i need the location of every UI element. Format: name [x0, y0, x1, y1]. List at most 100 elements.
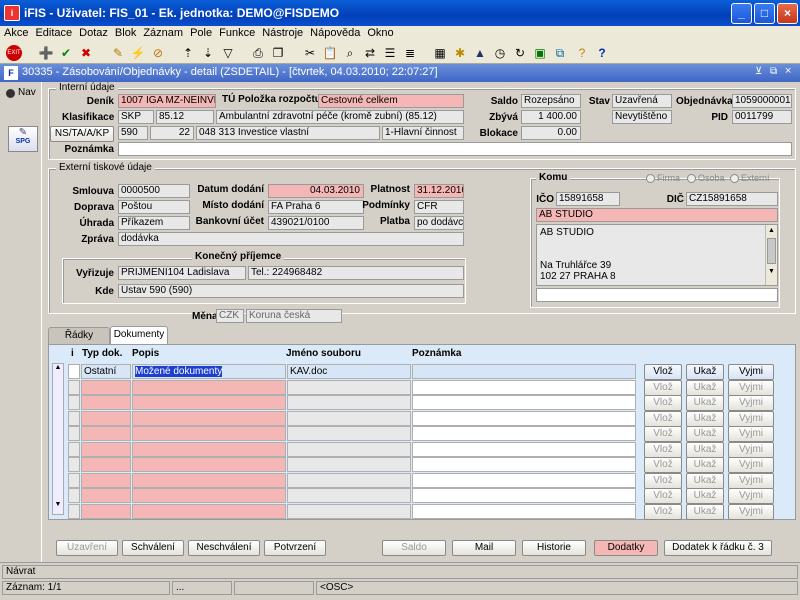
potvrzeni-button[interactable]: Potvrzení — [264, 540, 326, 556]
minimize-icon[interactable]: _ — [731, 3, 752, 24]
menu-dotaz[interactable]: Dotaz — [75, 26, 111, 39]
vloz-button[interactable]: Vlož — [644, 441, 682, 458]
ukaz-button[interactable]: Ukaž — [686, 410, 724, 427]
form-restore-icon[interactable]: ⧉ — [770, 66, 777, 77]
ns-field[interactable]: 590 — [118, 126, 148, 140]
menu-okno[interactable]: Okno — [363, 26, 396, 39]
misto-field[interactable]: FA Praha 6 — [268, 200, 364, 214]
address-scrollbar[interactable]: ▲ ▼ — [765, 225, 777, 285]
grid-scroll-up-icon[interactable]: ▲ — [53, 364, 63, 371]
form-minimize-icon[interactable]: ⊻ — [755, 66, 762, 77]
scroll-up-icon[interactable]: ▲ — [766, 225, 777, 236]
sort-desc-icon[interactable]: ⇣ — [200, 45, 216, 61]
vyjmi-button[interactable]: Vyjmi — [728, 441, 774, 458]
settings-icon[interactable]: ✱ — [452, 45, 468, 61]
klasifikace-desc-field[interactable]: Ambulantní zdravotní péče (kromě zubní) … — [216, 110, 464, 124]
ukaz-button[interactable]: Ukaž — [686, 426, 724, 442]
komu-name-field[interactable]: AB STUDIO — [536, 208, 778, 222]
row-typ-cell[interactable] — [81, 503, 131, 519]
row-typ-cell[interactable] — [81, 395, 131, 410]
find-icon[interactable]: ⌕ — [342, 45, 358, 61]
ukaz-button[interactable]: Ukaž — [686, 472, 724, 489]
row-typ-cell[interactable] — [81, 488, 131, 503]
filter-icon[interactable]: ▽ — [220, 45, 236, 61]
saldo-button[interactable]: Saldo — [382, 540, 446, 556]
ukaz-button[interactable]: Ukaž — [686, 379, 724, 396]
dodatek-radku-button[interactable]: Dodatek k řádku č. 3 — [664, 540, 772, 556]
grid-scroll-track[interactable] — [53, 371, 63, 501]
vloz-button[interactable]: Vlož — [644, 379, 682, 396]
vloz-button[interactable]: Vlož — [644, 472, 682, 489]
row-typ-cell[interactable] — [81, 410, 131, 426]
datum-field[interactable]: 04.03.2010 — [268, 184, 364, 198]
ta-field[interactable]: 22 — [150, 126, 194, 140]
row-typ-cell[interactable] — [81, 472, 131, 488]
ucet-field[interactable]: 439021/0100 — [268, 216, 364, 230]
vloz-button[interactable]: Vlož — [644, 503, 682, 520]
historie-button[interactable]: Historie — [522, 540, 586, 556]
row-indicator[interactable] — [68, 379, 80, 395]
vyjmi-button[interactable]: Vyjmi — [728, 503, 774, 520]
row-indicator[interactable] — [68, 410, 80, 426]
row-poznamka-cell[interactable] — [412, 395, 636, 410]
dic-field[interactable]: CZ15891658 — [686, 192, 778, 206]
row-poznamka-cell[interactable] — [412, 503, 636, 519]
mena-code-field[interactable]: CZK — [216, 309, 244, 323]
vloz-button[interactable]: Vlož — [644, 426, 682, 442]
menu-akce[interactable]: Akce — [0, 26, 31, 39]
row-indicator[interactable] — [68, 364, 80, 379]
row-popis-cell[interactable] — [132, 410, 286, 426]
row-indicator[interactable] — [68, 441, 80, 457]
vyrizuje-field[interactable]: PRIJMENI104 Ladislava — [118, 266, 246, 280]
ukaz-button[interactable]: Ukaž — [686, 503, 724, 520]
dodatky-button[interactable]: Dodatky — [594, 540, 658, 556]
vyjmi-button[interactable]: Vyjmi — [728, 426, 774, 442]
form-close-icon[interactable]: × — [785, 65, 791, 77]
row-poznamka-cell[interactable] — [412, 488, 636, 503]
vyjmi-button[interactable]: Vyjmi — [728, 379, 774, 396]
row-poznamka-cell[interactable] — [412, 426, 636, 441]
cut-icon[interactable]: ✂ — [302, 45, 318, 61]
platnost-field[interactable]: 31.12.2010 — [414, 184, 464, 198]
menu-funkce[interactable]: Funkce — [215, 26, 258, 39]
row-indicator[interactable] — [68, 472, 80, 488]
vloz-button[interactable]: Vlož — [644, 364, 682, 380]
row-poznamka-cell[interactable] — [412, 410, 636, 426]
tab-dokumenty[interactable]: Dokumenty — [110, 326, 168, 344]
export-icon[interactable]: ⧉ — [552, 45, 568, 61]
vyjmi-button[interactable]: Vyjmi — [728, 472, 774, 489]
vyjmi-button[interactable]: Vyjmi — [728, 457, 774, 473]
row-soubor-cell[interactable] — [287, 488, 411, 503]
zprava-field[interactable]: dodávka — [118, 232, 464, 246]
row-soubor-cell[interactable] — [287, 395, 411, 410]
row-indicator[interactable] — [68, 426, 80, 441]
query-icon[interactable]: ✎ — [110, 45, 126, 61]
scroll-down-icon[interactable]: ▼ — [766, 266, 777, 277]
print-icon[interactable]: ⎙ — [250, 45, 266, 61]
ukaz-button[interactable]: Ukaž — [686, 488, 724, 504]
blokace-field[interactable]: 0.00 — [521, 126, 581, 140]
row-soubor-cell[interactable] — [287, 441, 411, 457]
kp-field[interactable]: 1-Hlavní činnost — [382, 126, 464, 140]
row-typ-cell[interactable] — [81, 426, 131, 441]
vyjmi-button[interactable]: Vyjmi — [728, 410, 774, 427]
scroll-thumb[interactable] — [767, 238, 776, 264]
close-icon[interactable]: × — [777, 3, 798, 24]
uhrada-field[interactable]: Příkazem — [118, 216, 190, 230]
row-indicator[interactable] — [68, 503, 80, 519]
nav-radio[interactable] — [6, 89, 15, 98]
ico-field[interactable]: 15891658 — [556, 192, 620, 206]
doprava-field[interactable]: Poštou — [118, 200, 190, 214]
platba-field[interactable]: po dodávce — [414, 216, 464, 230]
osoba-radio[interactable] — [687, 174, 696, 183]
vloz-button[interactable]: Vlož — [644, 395, 682, 411]
insert-record-icon[interactable]: ➕ — [38, 45, 54, 61]
denik-field[interactable]: 1007 IGA MZ-NEINVESTI — [118, 94, 216, 108]
row-soubor-cell[interactable] — [287, 426, 411, 441]
klasifikace-code-field[interactable]: SKP — [118, 110, 154, 124]
podminky-field[interactable]: CFR — [414, 200, 464, 214]
row-soubor-cell[interactable] — [287, 472, 411, 488]
exit-icon[interactable]: EXIT — [6, 45, 22, 61]
delete-record-icon[interactable]: ✖ — [78, 45, 94, 61]
mail-button[interactable]: Mail — [452, 540, 516, 556]
